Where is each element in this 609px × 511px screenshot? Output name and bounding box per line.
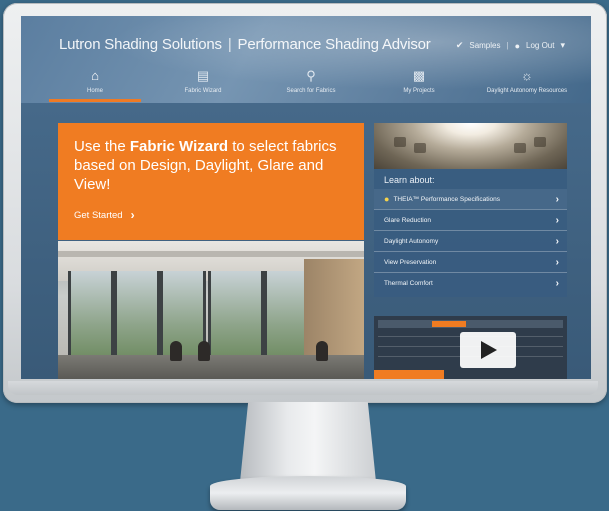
chevron-right-icon: ›: [555, 277, 559, 289]
app-title: Lutron Shading Solutions | Performance Sha…: [59, 36, 431, 53]
samples-icon: ✔: [455, 40, 464, 50]
chevron-right-icon: ›: [555, 235, 559, 247]
dome-photo: [374, 123, 567, 169]
get-started-button[interactable]: Get Started ›: [74, 208, 348, 222]
video-highlight: [374, 370, 444, 379]
utility-links: ✔ Samples | ● Log Out ▾: [456, 40, 565, 51]
play-icon: [481, 341, 497, 359]
resources-icon: ☼: [521, 68, 533, 83]
fabric-wizard-banner: Use the Fabric Wizard to select fabrics …: [58, 123, 364, 240]
photo-window: [68, 271, 114, 361]
nav-item-label: Home: [86, 88, 103, 94]
home-icon: ⌂: [91, 68, 99, 83]
nav-item-label: Search for Fabrics: [286, 88, 336, 94]
office-photo: [58, 241, 364, 379]
utility-divider: |: [506, 41, 509, 50]
search-icon: ⚲: [306, 68, 316, 83]
learn-item-label: Daylight Autonomy: [384, 237, 439, 245]
learn-item-daylight[interactable]: Daylight Autonomy ›: [374, 230, 567, 251]
nav-item-label: Daylight Autonomy Resources: [486, 88, 568, 94]
dome-coffer: [394, 137, 406, 147]
lightbulb-icon: ●: [384, 194, 390, 204]
monitor-stand-neck: [240, 402, 376, 482]
chevron-right-icon: ›: [555, 256, 559, 268]
learn-item-theia[interactable]: ● THEIA™ Performance Specifications ›: [374, 189, 567, 209]
app-name: Performance Shading Advisor: [237, 36, 431, 53]
learn-item-label: Glare Reduction: [384, 216, 431, 224]
nav-item-label: Fabric Wizard: [184, 88, 222, 94]
get-started-label: Get Started: [74, 209, 123, 221]
learn-panel: Learn about: ● THEIA™ Performance Specifi…: [374, 123, 567, 297]
title-separator: |: [227, 36, 232, 53]
header: Lutron Shading Solutions | Performance Sha…: [21, 16, 591, 103]
play-button[interactable]: [460, 332, 516, 368]
fabric-icon: ▤: [196, 68, 210, 83]
learn-item-label: THEIA™ Performance Specifications: [393, 195, 501, 203]
nav-item-resources[interactable]: ☼ Daylight Autonomy Resources: [473, 66, 581, 102]
video-player[interactable]: [374, 316, 567, 379]
photo-person: [198, 341, 210, 361]
learn-list: Learn about: ● THEIA™ Performance Specifi…: [374, 169, 567, 297]
banner-text: Use the Fabric Wizard to select fabrics …: [74, 137, 348, 194]
chevron-right-icon: ›: [555, 193, 559, 205]
photo-beam: [58, 251, 364, 257]
nav-item-home[interactable]: ⌂ Home: [41, 66, 149, 102]
nav-item-my-projects[interactable]: ▩ My Projects: [365, 66, 473, 102]
nav-item-label: My Projects: [403, 88, 435, 94]
banner-text-lead: Use the: [74, 138, 130, 155]
photo-window: [208, 271, 264, 361]
learn-title: Learn about:: [384, 175, 435, 185]
monitor-chin: [8, 381, 598, 395]
logout-link[interactable]: Log Out: [526, 41, 554, 50]
dome-coffer: [414, 143, 426, 153]
learn-item-label: View Preservation: [384, 258, 437, 266]
screen: Lutron Shading Solutions | Performance Sha…: [21, 16, 591, 379]
video-toolbar: [378, 320, 563, 328]
video-tag: [432, 321, 466, 327]
dome-coffer: [514, 143, 526, 153]
photo-person: [316, 341, 328, 361]
samples-link[interactable]: Samples: [469, 41, 500, 50]
brand-name: Lutron Shading Solutions: [59, 36, 222, 53]
dome-coffer: [534, 137, 546, 147]
learn-item-label: Thermal Comfort: [384, 279, 433, 287]
learn-item-glare[interactable]: Glare Reduction ›: [374, 209, 567, 230]
main-nav: ⌂ Home ▤ Fabric Wizard ⚲ Search for Fabr…: [41, 66, 581, 102]
user-icon: ●: [514, 40, 520, 51]
learn-item-thermal[interactable]: Thermal Comfort ›: [374, 272, 567, 293]
photo-window: [114, 271, 160, 361]
chevron-right-icon: ›: [130, 208, 135, 222]
monitor-stand-base: [210, 476, 406, 510]
folder-icon: ▩: [412, 68, 426, 83]
chevron-down-icon[interactable]: ▾: [560, 40, 565, 51]
chevron-right-icon: ›: [555, 214, 559, 226]
banner-text-highlight: Fabric Wizard: [129, 138, 229, 155]
photo-person: [170, 341, 182, 361]
nav-item-fabric-wizard[interactable]: ▤ Fabric Wizard: [149, 66, 257, 102]
nav-item-search[interactable]: ⚲ Search for Fabrics: [257, 66, 365, 102]
learn-item-view[interactable]: View Preservation ›: [374, 251, 567, 272]
